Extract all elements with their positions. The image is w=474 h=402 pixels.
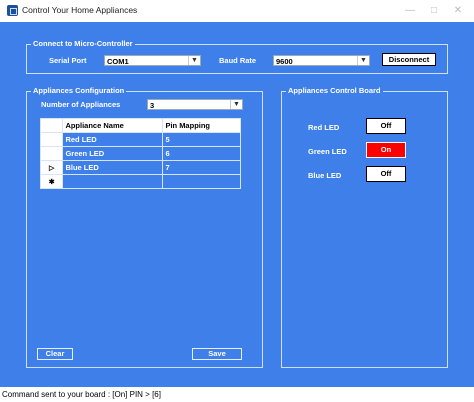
config-group: Appliances Configuration Number of Appli… bbox=[26, 86, 263, 368]
new-row[interactable]: ✱ bbox=[39, 174, 241, 189]
baud-rate-label: Baud Rate bbox=[219, 56, 257, 65]
appliance-name-cell[interactable] bbox=[62, 174, 164, 189]
baud-rate-select[interactable]: 9600 ▼ bbox=[273, 55, 370, 66]
table-row[interactable]: ▷ Blue LED 7 bbox=[39, 160, 241, 175]
appliance-name-cell[interactable]: Red LED bbox=[62, 132, 164, 147]
pin-mapping-cell[interactable]: 6 bbox=[162, 146, 241, 161]
grid-corner-cell bbox=[39, 118, 64, 133]
close-icon[interactable]: ✕ bbox=[450, 4, 466, 18]
number-of-appliances-select[interactable]: 3 ▼ bbox=[147, 99, 243, 110]
appliance-name-cell[interactable]: Blue LED bbox=[62, 160, 164, 175]
appliance-name-cell[interactable]: Green LED bbox=[62, 146, 164, 161]
connect-legend: Connect to Micro-Controller bbox=[31, 39, 135, 48]
number-of-appliances-label: Number of Appliances bbox=[41, 100, 121, 109]
number-of-appliances-value: 3 bbox=[150, 101, 155, 110]
green-led-toggle-button[interactable]: On bbox=[366, 142, 406, 158]
appliances-grid[interactable]: Appliance Name Pin Mapping Red LED 5 Gre… bbox=[39, 118, 241, 189]
serial-port-label: Serial Port bbox=[49, 56, 87, 65]
disconnect-button[interactable]: Disconnect bbox=[382, 53, 436, 66]
serial-port-value: COM1 bbox=[107, 57, 129, 66]
status-bar: Command sent to your board : [On] PIN > … bbox=[0, 387, 474, 402]
app-icon bbox=[7, 5, 18, 16]
serial-port-select[interactable]: COM1 ▼ bbox=[104, 55, 201, 66]
minimize-icon[interactable]: — bbox=[402, 4, 418, 18]
connect-group: Connect to Micro-Controller Serial Port … bbox=[26, 39, 448, 74]
control-board-group: Appliances Control Board Red LED Off Gre… bbox=[281, 86, 448, 368]
new-row-icon[interactable]: ✱ bbox=[39, 174, 64, 189]
status-text: Command sent to your board : [On] PIN > … bbox=[2, 390, 161, 399]
control-board-legend: Appliances Control Board bbox=[286, 86, 383, 95]
save-button[interactable]: Save bbox=[192, 348, 242, 360]
window-title: Control Your Home Appliances bbox=[22, 5, 138, 15]
blue-led-label: Blue LED bbox=[308, 171, 342, 180]
chevron-down-icon[interactable]: ▼ bbox=[230, 100, 242, 109]
table-row[interactable]: Red LED 5 bbox=[39, 132, 241, 147]
pin-mapping-cell[interactable]: 5 bbox=[162, 132, 241, 147]
red-led-toggle-button[interactable]: Off bbox=[366, 118, 406, 134]
row-header[interactable] bbox=[39, 132, 64, 147]
current-row-icon[interactable]: ▷ bbox=[39, 160, 64, 175]
main-panel: Connect to Micro-Controller Serial Port … bbox=[0, 22, 474, 387]
chevron-down-icon[interactable]: ▼ bbox=[357, 56, 369, 65]
maximize-icon[interactable]: □ bbox=[426, 4, 442, 18]
chevron-down-icon[interactable]: ▼ bbox=[188, 56, 200, 65]
clear-button[interactable]: Clear bbox=[37, 348, 73, 360]
title-bar: Control Your Home Appliances — □ ✕ bbox=[0, 0, 474, 22]
pin-mapping-cell[interactable]: 7 bbox=[162, 160, 241, 175]
red-led-label: Red LED bbox=[308, 123, 340, 132]
green-led-label: Green LED bbox=[308, 147, 347, 156]
column-header-pin-mapping[interactable]: Pin Mapping bbox=[162, 118, 241, 133]
pin-mapping-cell[interactable] bbox=[162, 174, 241, 189]
config-legend: Appliances Configuration bbox=[31, 86, 127, 95]
baud-rate-value: 9600 bbox=[276, 57, 293, 66]
table-row[interactable]: Green LED 6 bbox=[39, 146, 241, 161]
row-header[interactable] bbox=[39, 146, 64, 161]
column-header-appliance-name[interactable]: Appliance Name bbox=[62, 118, 164, 133]
grid-header-row: Appliance Name Pin Mapping bbox=[39, 118, 241, 133]
blue-led-toggle-button[interactable]: Off bbox=[366, 166, 406, 182]
